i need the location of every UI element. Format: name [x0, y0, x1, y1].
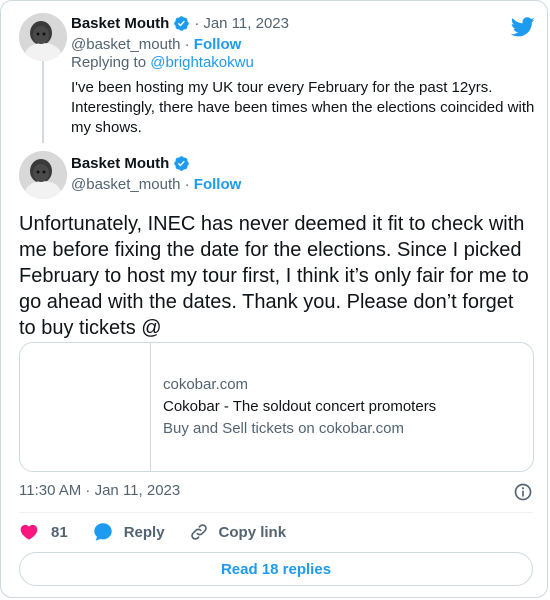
separator-dot: · [184, 36, 190, 53]
tweet-timestamp[interactable]: 11:30 AM · Jan 11, 2023 [19, 482, 180, 499]
twitter-bird-icon[interactable] [511, 15, 535, 39]
author-name[interactable]: Basket Mouth [71, 15, 169, 32]
avatar[interactable] [19, 151, 67, 199]
link-icon [190, 524, 207, 540]
copy-link-label: Copy link [218, 523, 287, 541]
avatar-photo [19, 151, 67, 199]
tweet-date[interactable]: Jan 11, 2023 [203, 15, 289, 32]
link-preview-body: cokobar.com Cokobar - The soldout concer… [151, 343, 436, 471]
tweet-actions-bar: 81 Reply Copy link [19, 521, 286, 543]
replying-to-handle[interactable]: @brightakokwu [150, 54, 254, 71]
like-count: 81 [51, 523, 68, 541]
info-icon[interactable] [513, 482, 533, 502]
avatar[interactable] [19, 13, 67, 61]
reply-handle-row: @basket_mouth · Follow [71, 36, 241, 53]
main-author-row: Basket Mouth [71, 155, 190, 172]
follow-button[interactable]: Follow [194, 176, 242, 193]
replying-prefix: Replying to [71, 54, 147, 71]
verified-badge-icon [174, 156, 190, 171]
copy-link-button[interactable]: Copy link [189, 522, 287, 542]
replying-to-line: Replying to @brightakokwu [71, 54, 254, 71]
main-tweet-text: Unfortunately, INEC has never deemed it … [19, 213, 529, 339]
reply-button[interactable]: Reply [92, 521, 165, 543]
link-thumbnail [20, 343, 151, 471]
reply-author-row: Basket Mouth · Jan 11, 2023 [71, 15, 289, 32]
tweet-embed-card: Basket Mouth · Jan 11, 2023 @basket_mout… [0, 0, 548, 598]
separator-dot: · [194, 15, 200, 32]
follow-button[interactable]: Follow [194, 36, 242, 53]
author-handle[interactable]: @basket_mouth [71, 176, 180, 193]
avatar-photo [19, 13, 67, 61]
author-handle[interactable]: @basket_mouth [71, 36, 180, 53]
link-description: Buy and Sell tickets on cokobar.com [163, 420, 404, 437]
reply-label: Reply [123, 523, 165, 541]
main-handle-row: @basket_mouth · Follow [71, 176, 241, 193]
verified-badge-icon [174, 16, 190, 31]
like-button[interactable]: 81 [19, 522, 68, 542]
speech-bubble-icon [93, 523, 112, 541]
reply-tweet-text: I've been hosting my UK tour every Febru… [71, 79, 535, 136]
link-preview-card[interactable]: cokobar.com Cokobar - The soldout concer… [19, 342, 534, 472]
author-name[interactable]: Basket Mouth [71, 155, 169, 172]
link-title: Cokobar - The soldout concert promoters [163, 398, 437, 415]
link-domain: cokobar.com [163, 376, 249, 393]
divider [19, 512, 533, 513]
separator-dot: · [184, 176, 190, 193]
read-replies-button[interactable]: Read 18 replies [19, 552, 533, 586]
heart-icon [20, 524, 38, 540]
read-replies-label: Read 18 replies [220, 560, 332, 578]
thread-connector-line [42, 61, 44, 143]
